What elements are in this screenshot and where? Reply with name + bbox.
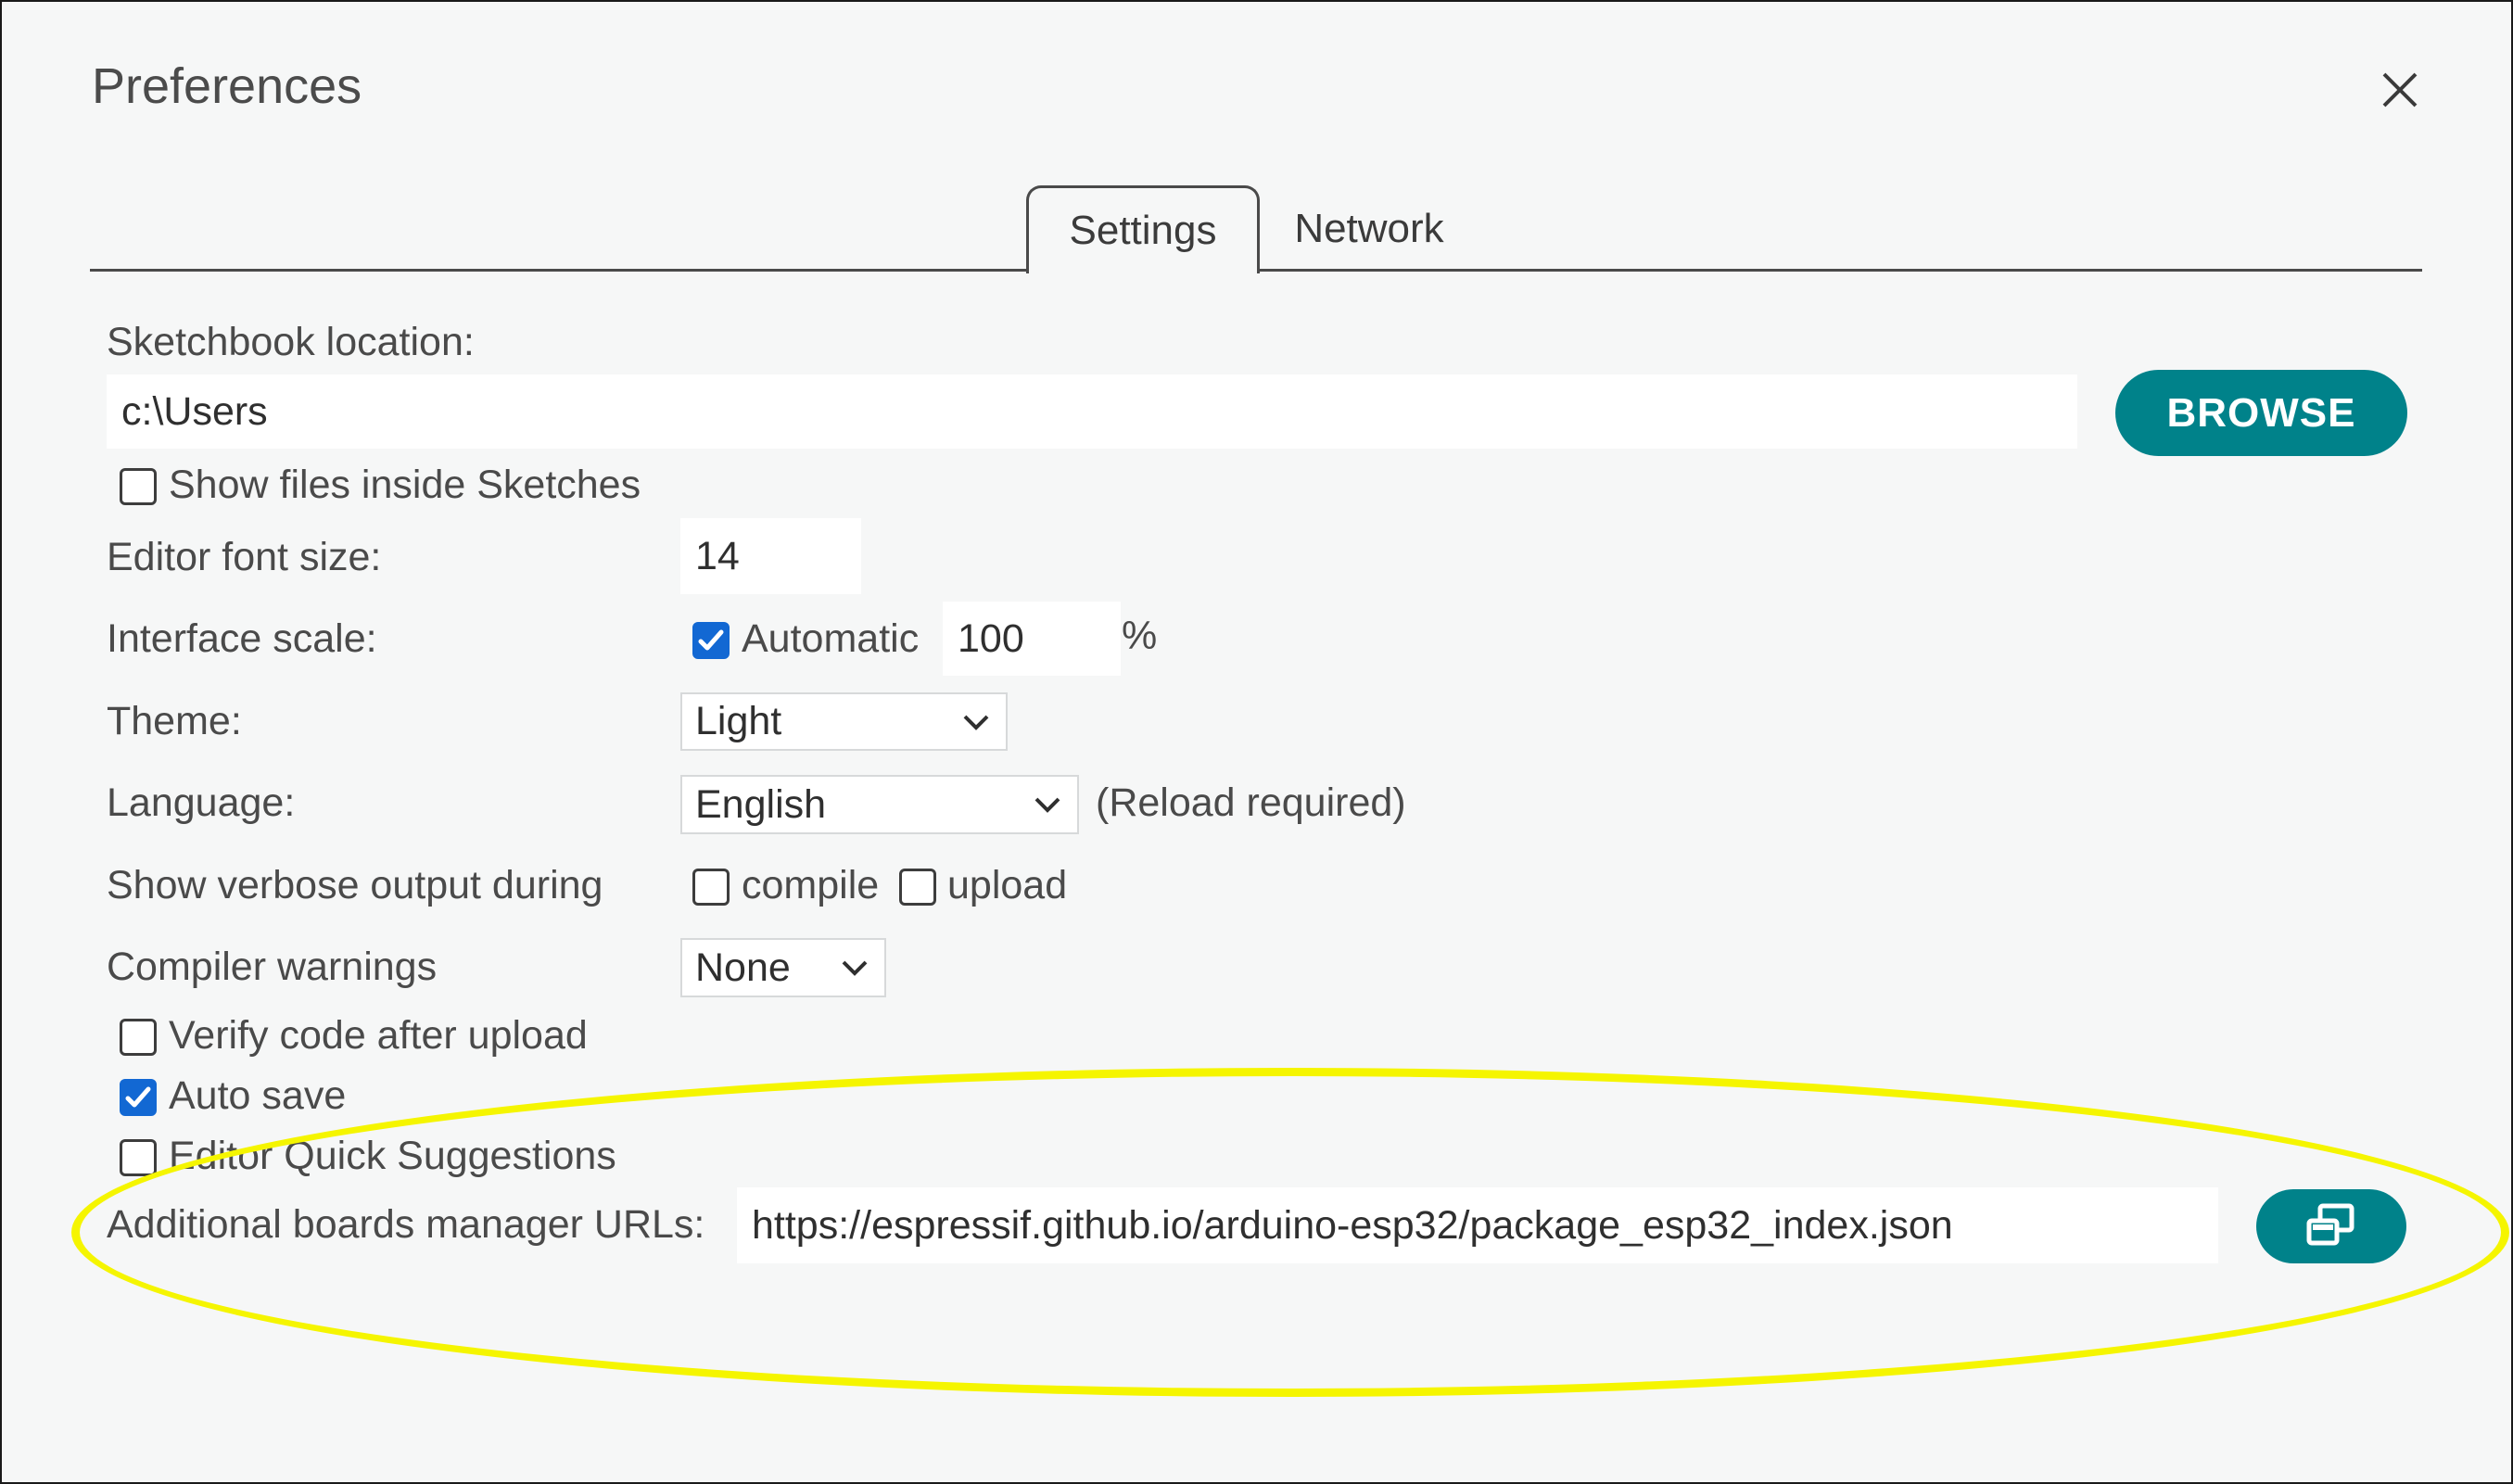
browse-button[interactable]: BROWSE (2115, 370, 2407, 456)
interface-scale-input[interactable]: 100 (943, 602, 1121, 676)
editor-font-size-label: Editor font size: (107, 535, 382, 579)
verbose-upload-checkbox[interactable] (899, 869, 936, 906)
open-window-icon (2306, 1203, 2354, 1246)
compiler-warnings-select[interactable]: None (680, 938, 886, 997)
open-urls-editor-button[interactable] (2256, 1189, 2406, 1263)
theme-select[interactable]: Light (680, 692, 1008, 751)
chevron-down-icon (963, 715, 989, 730)
verbose-compile-checkbox[interactable] (692, 869, 730, 906)
quick-suggestions-label: Editor Quick Suggestions (169, 1134, 616, 1178)
theme-selected-value: Light (695, 699, 782, 743)
sketchbook-location-input[interactable]: c:\Users (107, 374, 2077, 449)
verify-code-label: Verify code after upload (169, 1013, 588, 1058)
chevron-down-icon (842, 960, 868, 976)
sketchbook-location-label: Sketchbook location: (107, 320, 475, 364)
checkmark-icon (698, 629, 724, 651)
theme-label: Theme: (107, 699, 242, 743)
auto-save-checkbox[interactable] (120, 1079, 157, 1116)
show-files-label: Show files inside Sketches (169, 463, 641, 507)
checkmark-icon (125, 1086, 151, 1108)
verify-code-checkbox[interactable] (120, 1019, 157, 1056)
automatic-label: Automatic (742, 616, 920, 661)
compiler-warnings-label: Compiler warnings (107, 945, 438, 989)
chevron-down-icon (1034, 797, 1060, 813)
automatic-checkbox[interactable] (692, 622, 730, 659)
language-label: Language: (107, 780, 296, 825)
quick-suggestions-checkbox[interactable] (120, 1139, 157, 1176)
editor-font-size-input[interactable]: 14 (680, 518, 861, 594)
tab-settings[interactable]: Settings (1026, 185, 1260, 273)
interface-scale-label: Interface scale: (107, 616, 377, 661)
tab-network[interactable]: Network (1263, 185, 1476, 272)
verbose-output-label: Show verbose output during (107, 863, 603, 907)
compiler-warnings-selected-value: None (695, 945, 791, 990)
boards-manager-urls-input[interactable]: https://espressif.github.io/arduino-esp3… (737, 1187, 2218, 1263)
show-files-checkbox[interactable] (120, 468, 157, 505)
close-button[interactable] (2377, 67, 2423, 113)
reload-required-note: (Reload required) (1096, 780, 1406, 825)
verbose-upload-label: upload (947, 863, 1068, 907)
language-selected-value: English (695, 781, 827, 827)
dialog-title: Preferences (92, 58, 362, 114)
auto-save-label: Auto save (169, 1073, 347, 1118)
verbose-compile-label: compile (742, 863, 880, 907)
preferences-dialog: Preferences Settings Network Sketchbook … (0, 0, 2513, 1484)
percent-unit: % (1122, 614, 1158, 658)
close-icon (2382, 72, 2418, 108)
boards-manager-urls-label: Additional boards manager URLs: (107, 1202, 705, 1247)
language-select[interactable]: English (680, 775, 1079, 834)
